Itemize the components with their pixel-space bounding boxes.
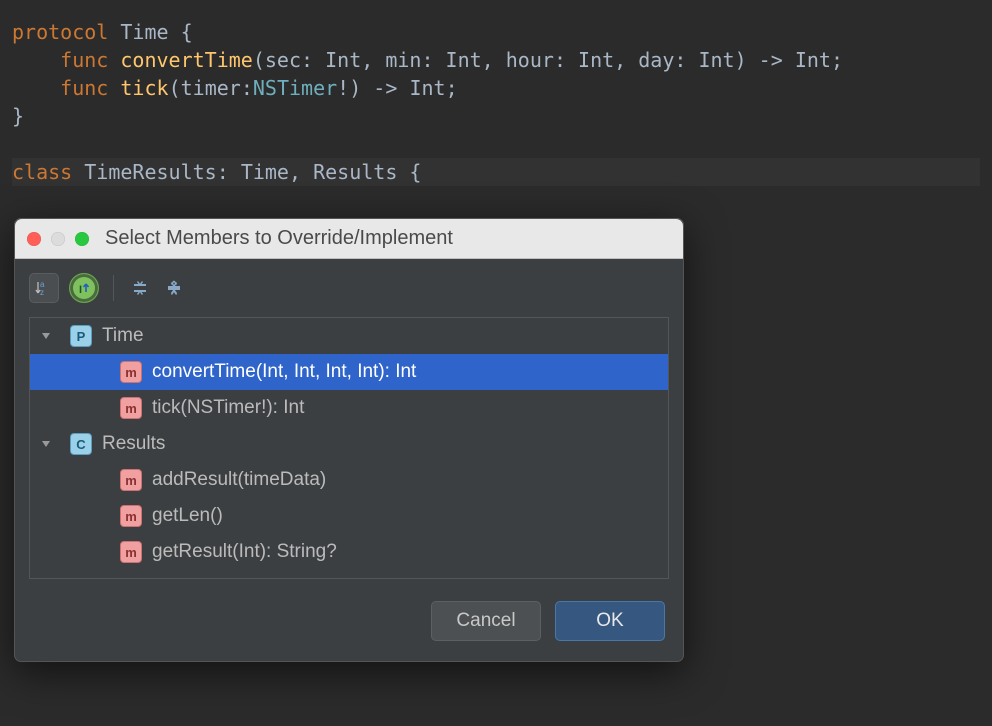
tree-row[interactable]: m getLen() xyxy=(30,498,668,534)
toolbar-separator xyxy=(113,275,114,301)
expand-all-icon xyxy=(131,279,149,297)
cancel-button[interactable]: Cancel xyxy=(431,601,541,641)
tree-row[interactable]: m addResult(timeData) xyxy=(30,462,668,498)
implement-up-icon: I xyxy=(76,280,92,296)
dialog-buttons: Cancel OK xyxy=(15,593,683,661)
collapse-all-button[interactable] xyxy=(162,276,186,300)
minimize-window-button[interactable] xyxy=(51,232,65,246)
close-window-button[interactable] xyxy=(27,232,41,246)
tree-row[interactable]: C Results xyxy=(30,426,668,462)
tree-row[interactable]: P Time xyxy=(30,318,668,354)
dialog-toolbar: a z I xyxy=(15,259,683,313)
expand-all-button[interactable] xyxy=(128,276,152,300)
maximize-window-button[interactable] xyxy=(75,232,89,246)
code-line: func convertTime(sec: Int, min: Int, hou… xyxy=(12,46,980,74)
member-kind-badge: m xyxy=(120,397,142,419)
tree-row[interactable]: m getResult(Int): String? xyxy=(30,534,668,570)
override-implement-dialog: Select Members to Override/Implement a z… xyxy=(14,218,684,662)
member-label: tick(NSTimer!): Int xyxy=(152,397,304,419)
sort-alpha-button[interactable]: a z xyxy=(29,273,59,303)
dialog-title: Select Members to Override/Implement xyxy=(105,227,453,250)
tree-row[interactable]: m tick(NSTimer!): Int xyxy=(30,390,668,426)
ok-button[interactable]: OK xyxy=(555,601,665,641)
member-kind-badge: P xyxy=(70,325,92,347)
member-kind-badge: m xyxy=(120,505,142,527)
sort-alpha-icon: a z xyxy=(35,279,53,297)
member-kind-badge: m xyxy=(120,541,142,563)
member-label: Time xyxy=(102,325,144,347)
member-kind-badge: m xyxy=(120,469,142,491)
tree-row[interactable]: m convertTime(Int, Int, Int, Int): Int xyxy=(30,354,668,390)
code-editor[interactable]: protocol Time { func convertTime(sec: In… xyxy=(0,0,992,204)
code-line: protocol Time { xyxy=(12,18,980,46)
disclosure-triangle-icon[interactable] xyxy=(40,330,52,342)
disclosure-triangle-icon[interactable] xyxy=(40,438,52,450)
code-line xyxy=(12,130,980,158)
member-label: Results xyxy=(102,433,165,455)
window-controls xyxy=(27,232,89,246)
collapse-all-icon xyxy=(165,279,183,297)
show-implemented-button[interactable]: I xyxy=(69,273,99,303)
member-kind-badge: m xyxy=(120,361,142,383)
code-line: } xyxy=(12,102,980,130)
members-tree[interactable]: P Time m convertTime(Int, Int, Int, Int): I… xyxy=(29,317,669,579)
code-line-current: class TimeResults: Time, Results { xyxy=(12,158,980,186)
svg-text:I: I xyxy=(79,284,82,296)
code-line: func tick(timer:NSTimer!) -> Int; xyxy=(12,74,980,102)
member-label: getResult(Int): String? xyxy=(152,541,337,563)
member-label: getLen() xyxy=(152,505,223,527)
svg-text:z: z xyxy=(40,288,44,297)
member-label: addResult(timeData) xyxy=(152,469,326,491)
member-label: convertTime(Int, Int, Int, Int): Int xyxy=(152,361,416,383)
member-kind-badge: C xyxy=(70,433,92,455)
dialog-titlebar[interactable]: Select Members to Override/Implement xyxy=(15,219,683,259)
